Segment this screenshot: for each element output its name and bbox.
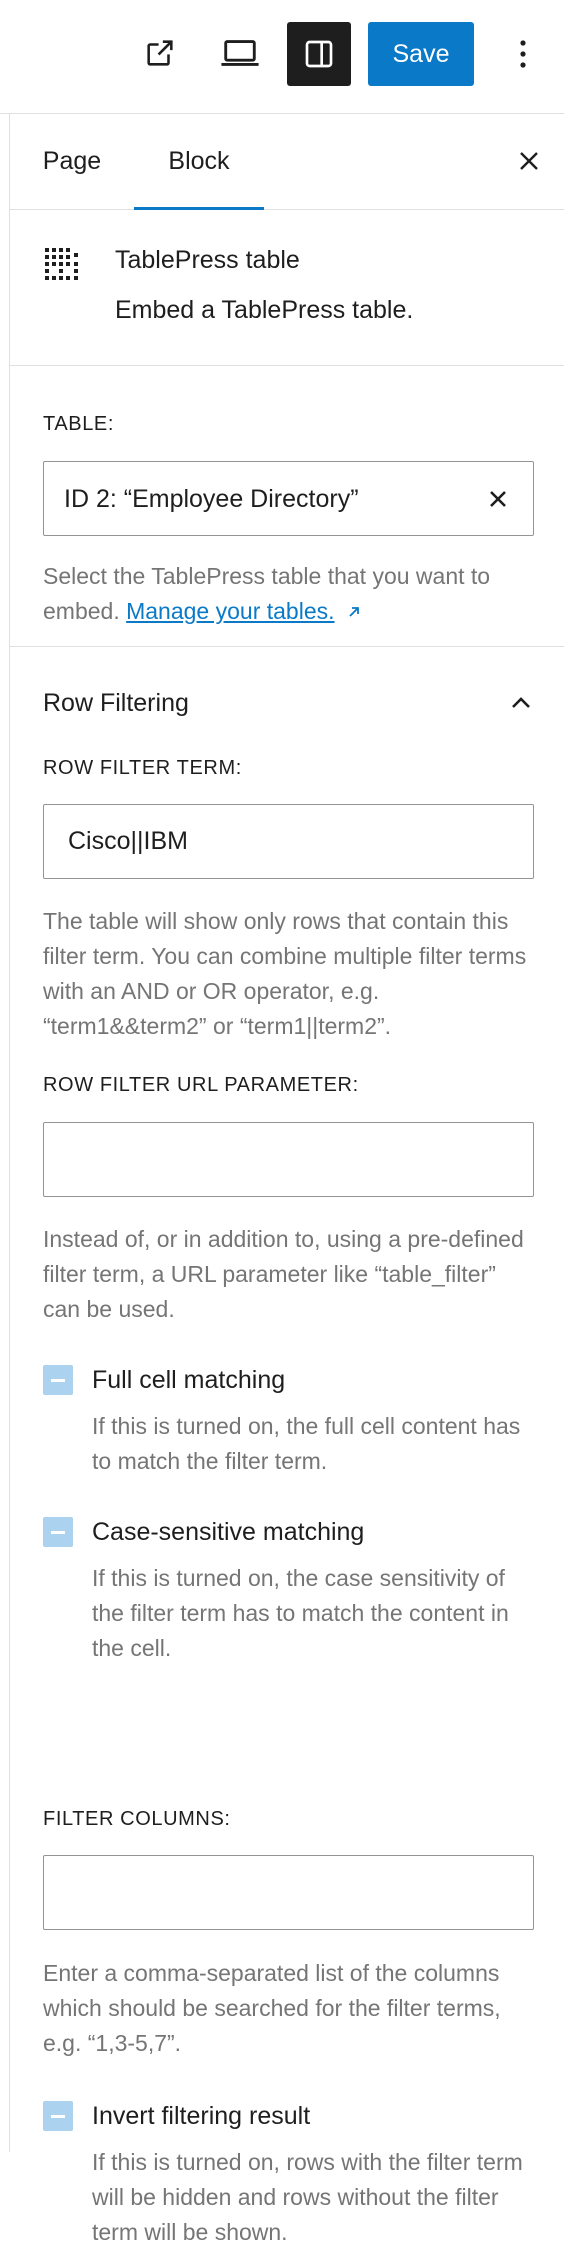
invert-filtering-help: If this is turned on, rows with the filt… [92,2149,523,2245]
invert-filtering-label[interactable]: Invert filtering result [92,2099,310,2133]
block-title: TablePress table [115,246,300,274]
table-select-value: ID 2: “Employee Directory” [64,485,359,513]
table-select-field[interactable]: ID 2: “Employee Directory” [43,461,534,536]
save-button[interactable]: Save [368,22,474,86]
table-label: TABLE: [43,413,115,435]
full-cell-matching-help: If this is turned on, the full cell cont… [92,1413,521,1474]
full-cell-matching-label[interactable]: Full cell matching [92,1363,285,1397]
tab-block[interactable]: Block [134,114,264,210]
url-param-field[interactable] [43,1122,534,1197]
indeterminate-icon [51,1530,65,1534]
block-card: TablePress table Embed a TablePress tabl… [10,210,564,366]
settings-toggle-button[interactable] [287,22,351,86]
row-filtering-title[interactable]: Row Filtering [43,689,189,718]
manage-tables-link[interactable]: Manage your tables. [126,598,334,624]
sidebar-tabs: Page Block [10,114,564,210]
clear-icon [490,491,506,507]
url-param-input[interactable] [44,1123,533,1196]
full-cell-matching-checkbox[interactable] [43,1365,73,1395]
invert-filtering-checkbox[interactable] [43,2101,73,2131]
filter-columns-label: FILTER COLUMNS: [43,1808,231,1830]
url-param-help: Instead of, or in addition to, using a p… [43,1226,524,1322]
vertical-ellipsis-icon [520,40,526,68]
case-sensitive-label[interactable]: Case-sensitive matching [92,1515,364,1549]
view-post-button[interactable] [135,22,185,84]
chevron-up-icon[interactable] [507,689,535,717]
indeterminate-icon [51,2114,65,2118]
filter-columns-help: Enter a comma-separated list of the colu… [43,1960,501,2056]
filter-term-label: ROW FILTER TERM: [43,757,242,779]
filter-term-input[interactable] [44,805,533,878]
filter-columns-input[interactable] [44,1856,533,1929]
filter-term-help: The table will show only rows that conta… [43,908,527,1039]
tab-page[interactable]: Page [10,114,134,209]
filter-term-field[interactable] [43,804,534,879]
close-icon [520,152,538,170]
table-grid-icon [45,248,78,280]
table-help-text: Select the TablePress table that you wan… [43,559,533,629]
laptop-icon [221,40,259,66]
case-sensitive-checkbox[interactable] [43,1517,73,1547]
filter-columns-field[interactable] [43,1855,534,1930]
arrow-up-right-icon [349,607,359,617]
external-link-icon [147,40,173,66]
options-menu-button[interactable] [505,22,541,86]
case-sensitive-help: If this is turned on, the case sensitivi… [92,1565,509,1661]
row-filtering-panel: Row Filtering ROW FILTER TERM: The table… [10,647,564,2245]
settings-sidebar: Page Block TablePress table Embed a Tabl… [9,114,564,2245]
table-section: TABLE: ID 2: “Employee Directory” Select… [10,366,564,647]
close-sidebar-button[interactable] [509,141,549,181]
clear-table-button[interactable] [483,484,513,514]
url-param-label: ROW FILTER URL PARAMETER: [43,1074,359,1096]
preview-device-button[interactable] [213,22,267,84]
block-description: Embed a TablePress table. [115,296,414,324]
editor-toolbar: Save [0,0,564,114]
indeterminate-icon [51,1378,65,1382]
sidebar-settings-icon [305,40,333,68]
